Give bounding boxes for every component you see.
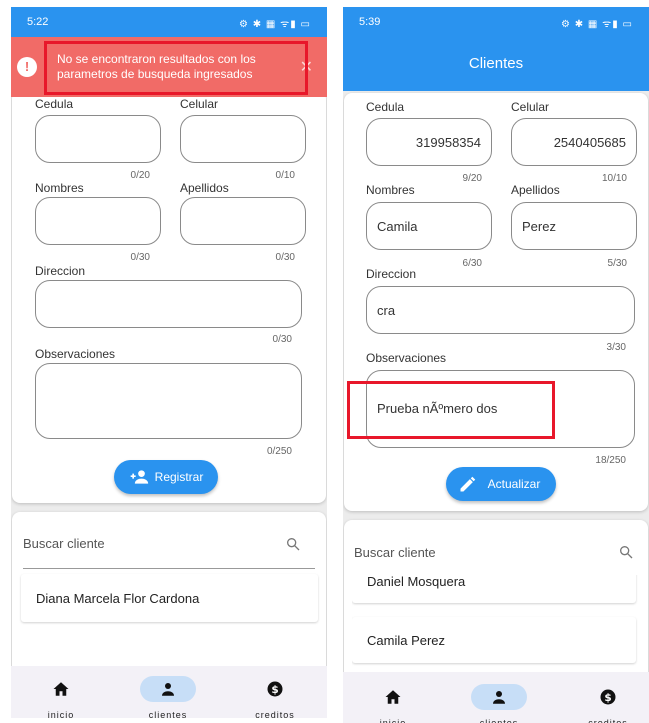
bottom-navigation: inicio clientes $ creditos (343, 672, 649, 723)
nombres-counter: 0/30 (130, 252, 150, 263)
cedula-input[interactable] (35, 115, 161, 163)
nav-inicio-label: inicio (379, 718, 407, 723)
actualizar-button[interactable]: Actualizar (446, 467, 556, 501)
apellidos-label: Apellidos (180, 181, 229, 195)
client-form-card: Cedula Celular 319958354 2540405685 9/20… (344, 93, 648, 511)
nav-creditos[interactable]: $ creditos (240, 676, 310, 718)
svg-text:$: $ (604, 692, 611, 704)
registrar-label: Registrar (154, 470, 204, 484)
status-bar: 5:39 ⚙ ✱ ▦ ᯤ▮ ▭ (343, 7, 649, 37)
search-card: Buscar cliente Daniel Mosquera Camila Pe… (344, 520, 648, 680)
annotation-highlight (44, 41, 308, 95)
apellidos-value: Perez (522, 218, 556, 234)
nombres-label: Nombres (35, 181, 84, 195)
cedula-counter: 0/20 (130, 170, 150, 181)
observaciones-label: Observaciones (366, 351, 447, 365)
actualizar-label: Actualizar (487, 476, 541, 491)
bottom-navigation: inicio clientes $ creditos (11, 666, 327, 718)
apellidos-input[interactable] (180, 197, 306, 245)
cedula-label: Cedula (35, 97, 74, 111)
apellidos-counter: 0/30 (275, 252, 295, 263)
search-underline (23, 568, 315, 569)
observaciones-counter: 0/250 (266, 446, 292, 457)
dollar-circle-icon: $ (600, 689, 616, 705)
direccion-value: cra (377, 302, 396, 318)
cedula-value: 319958354 (415, 134, 481, 150)
nav-clientes[interactable]: clientes (133, 676, 203, 718)
client-list: Daniel Mosquera Camila Perez (352, 575, 639, 678)
registrar-button[interactable]: Registrar (114, 460, 218, 494)
alert-icon: ! (17, 57, 37, 77)
nombres-input[interactable] (35, 197, 161, 245)
nav-clientes[interactable]: clientes (464, 684, 534, 723)
search-icon[interactable] (618, 544, 634, 560)
nombres-input[interactable]: Camila (366, 202, 492, 250)
search-input[interactable]: Buscar cliente (354, 545, 436, 560)
annotation-highlight (347, 381, 555, 439)
cedula-label: Cedula (366, 100, 405, 114)
home-icon (53, 682, 69, 696)
nombres-counter: 6/30 (462, 258, 482, 269)
search-input[interactable]: Buscar cliente (23, 536, 105, 551)
dollar-circle-icon: $ (267, 681, 283, 697)
direccion-counter: 3/30 (606, 342, 626, 353)
observaciones-counter: 18/250 (595, 455, 626, 466)
search-icon[interactable] (285, 536, 301, 552)
client-form-card: Cedula Celular 0/20 0/10 Nombres Apellid… (12, 91, 326, 503)
celular-label: Celular (180, 97, 219, 111)
status-time: 5:22 (27, 16, 49, 28)
client-name: Camila Perez (367, 632, 446, 648)
nav-inicio[interactable]: inicio (358, 684, 428, 723)
apellidos-label: Apellidos (511, 183, 560, 197)
app-bar-title: Clientes (468, 55, 524, 72)
status-time: 5:39 (359, 16, 381, 28)
apellidos-counter: 5/30 (607, 258, 627, 269)
cedula-counter: 9/20 (462, 173, 482, 184)
status-icons: ⚙ ✱ ▦ ᯤ▮ ▭ (239, 19, 311, 30)
client-name: Daniel Mosquera (367, 575, 466, 589)
direccion-input[interactable]: cra (366, 286, 635, 334)
home-icon (385, 690, 401, 704)
left-phone-screen: 5:22 ⚙ ✱ ▦ ᯤ▮ ▭ Cedula Celular 0/20 0/10… (11, 7, 327, 718)
celular-input[interactable] (180, 115, 306, 163)
client-list-item[interactable]: Camila Perez (352, 617, 636, 663)
direccion-label: Direccion (35, 264, 86, 278)
nav-creditos[interactable]: $ creditos (573, 684, 643, 723)
person-icon (493, 691, 505, 704)
client-list-item[interactable]: Diana Marcela Flor Cardona (21, 574, 318, 622)
nav-clientes-label: clientes (148, 710, 188, 718)
celular-value: 2540405685 (553, 134, 626, 150)
nav-creditos-label: creditos (255, 710, 295, 718)
celular-counter: 0/10 (275, 170, 295, 181)
direccion-input[interactable] (35, 280, 302, 328)
celular-label: Celular (511, 100, 550, 114)
celular-input[interactable]: 2540405685 (511, 118, 637, 166)
status-icons: ⚙ ✱ ▦ ᯤ▮ ▭ (561, 19, 633, 30)
nombres-value: Camila (377, 218, 418, 234)
direccion-label: Direccion (366, 267, 417, 281)
nombres-label: Nombres (366, 183, 415, 197)
nav-inicio-label: inicio (47, 710, 75, 718)
nav-clientes-label: clientes (479, 718, 519, 723)
nav-creditos-label: creditos (588, 718, 628, 723)
person-add-icon (130, 470, 148, 484)
direccion-counter: 0/30 (272, 334, 292, 345)
app-bar: Clientes (343, 37, 649, 91)
search-card: Buscar cliente Diana Marcela Flor Cardon… (12, 512, 326, 677)
client-name: Diana Marcela Flor Cardona (36, 590, 200, 606)
right-phone-screen: 5:39 ⚙ ✱ ▦ ᯤ▮ ▭ Clientes Cedula Celular … (343, 7, 649, 723)
nav-inicio[interactable]: inicio (26, 676, 96, 718)
edit-pencil-icon (460, 476, 476, 492)
observaciones-input[interactable] (35, 363, 302, 439)
cedula-input[interactable]: 319958354 (366, 118, 492, 166)
person-icon (162, 683, 174, 696)
status-bar: 5:22 ⚙ ✱ ▦ ᯤ▮ ▭ (11, 7, 327, 37)
celular-counter: 10/10 (601, 173, 627, 184)
client-list-item[interactable]: Daniel Mosquera (352, 575, 636, 603)
observaciones-label: Observaciones (35, 347, 116, 361)
apellidos-input[interactable]: Perez (511, 202, 637, 250)
svg-text:$: $ (271, 684, 278, 696)
